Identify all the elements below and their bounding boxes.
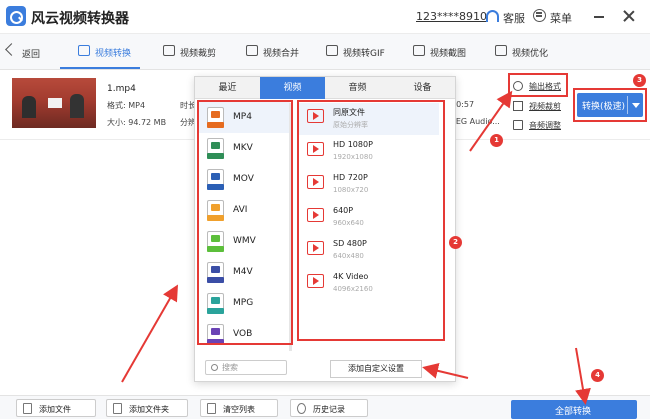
title-bar: 风云视频转换器 123****8910 客服 菜单 <box>0 0 650 34</box>
back-arrow-icon[interactable] <box>5 43 18 56</box>
tab-label: 视频裁剪 <box>180 49 217 59</box>
annotation-box-output <box>508 73 568 97</box>
tab-label: 视频优化 <box>512 49 549 59</box>
back-button[interactable]: 返回 <box>22 47 40 60</box>
file-format: 格式: MP4 <box>107 101 146 110</box>
app-logo-icon <box>6 6 26 26</box>
tab-label: 视频合并 <box>263 49 300 59</box>
history-button[interactable]: 历史记录 <box>290 399 368 417</box>
annotation-box-resolutions <box>297 100 445 341</box>
menu-button[interactable]: 菜单 <box>550 10 572 26</box>
gif-icon <box>326 45 338 56</box>
tab-video[interactable]: 视频 <box>260 77 325 99</box>
add-folder-button[interactable]: 添加文件夹 <box>106 399 188 417</box>
step-marker-2: 2 <box>449 236 462 249</box>
crop-icon <box>163 45 175 56</box>
step-marker-4: 4 <box>591 369 604 382</box>
tab-recent[interactable]: 最近 <box>195 77 260 99</box>
tab-device[interactable]: 设备 <box>390 77 455 99</box>
video-thumbnail <box>12 78 96 128</box>
add-file-label: 添加文件 <box>39 405 71 414</box>
convert-all-label: 全部转换 <box>555 407 592 417</box>
clear-list-button[interactable]: 清空列表 <box>200 399 278 417</box>
merge-icon <box>246 45 258 56</box>
function-toolbar: 返回 视频转换 视频裁剪 视频合并 视频转GIF 视频截图 视频优化 <box>0 34 650 70</box>
trash-icon <box>207 403 216 414</box>
panel-tabs: 最近 视频 音频 设备 <box>195 77 455 99</box>
account-link[interactable]: 123****8910 <box>416 10 487 23</box>
file-name: 1.mp4 <box>107 84 136 94</box>
step-marker-3: 3 <box>633 74 646 87</box>
format-search-input[interactable]: 搜索 <box>205 360 287 375</box>
convert-all-button[interactable]: 全部转换 <box>511 400 637 419</box>
close-icon[interactable] <box>622 9 636 23</box>
annotation-box-convert <box>573 88 647 122</box>
active-tab-indicator <box>60 67 140 69</box>
thumbnail-sign <box>48 98 62 108</box>
add-folder-label: 添加文件夹 <box>129 405 169 414</box>
file-add-icon <box>23 403 32 414</box>
crop-action-label: 视频裁剪 <box>529 102 561 111</box>
video-convert-icon <box>78 45 90 56</box>
search-icon <box>211 364 218 371</box>
clock-icon <box>297 403 306 414</box>
tab-audio[interactable]: 音频 <box>325 77 390 99</box>
screenshot-icon <box>413 45 425 56</box>
arrow-to-convert-all <box>575 347 591 405</box>
folder-add-icon <box>113 403 122 414</box>
menu-icon[interactable] <box>533 9 546 22</box>
minimize-icon[interactable] <box>594 16 604 18</box>
optimize-icon <box>495 45 507 56</box>
music-note-icon <box>513 120 523 130</box>
clear-list-label: 清空列表 <box>223 405 255 414</box>
add-file-button[interactable]: 添加文件 <box>16 399 96 417</box>
tab-label: 视频转GIF <box>343 49 385 59</box>
file-size: 大小: 94.72 MB <box>107 118 167 127</box>
app-title: 风云视频转换器 <box>31 11 129 27</box>
headset-icon[interactable] <box>486 10 499 22</box>
service-button[interactable]: 客服 <box>503 10 525 26</box>
add-custom-setting-button[interactable]: 添加自定义设置 <box>330 360 422 378</box>
search-placeholder: 搜索 <box>222 363 238 372</box>
step-marker-1: 1 <box>490 134 503 147</box>
history-label: 历史记录 <box>313 405 345 414</box>
audio-adjust-label: 音频调整 <box>529 121 561 130</box>
arrow-to-format-list <box>121 284 178 383</box>
tab-label: 视频截图 <box>430 49 467 59</box>
tab-label: 视频转换 <box>95 49 132 59</box>
file-audio: PEG Audio... <box>451 117 500 126</box>
scissors-icon <box>513 101 523 111</box>
annotation-box-formats <box>197 100 293 345</box>
